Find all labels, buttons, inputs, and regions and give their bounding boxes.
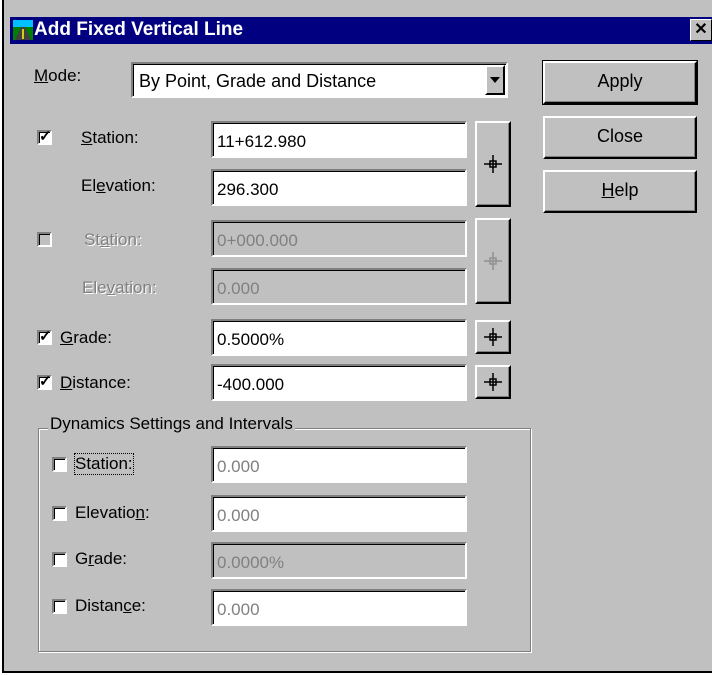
station1-label: Station: [81, 128, 139, 147]
elevation1-input[interactable]: 296.300 [211, 169, 467, 206]
mode-dropdown[interactable]: By Point, Grade and Distance [131, 62, 508, 98]
apply-button[interactable]: Apply [542, 60, 698, 105]
dyn-grade-checkbox[interactable] [52, 552, 67, 567]
mode-value: By Point, Grade and Distance [139, 71, 377, 91]
pick-point1-button[interactable] [475, 121, 511, 207]
station2-input[interactable]: 0+000.000 [211, 220, 467, 257]
road-icon [13, 20, 33, 40]
dyn-station-input[interactable]: 0.000 [211, 446, 467, 483]
target-crosshair-icon [484, 252, 502, 270]
target-crosshair-icon [484, 373, 502, 391]
title-bar[interactable]: Add Fixed Vertical Line ✕ [10, 17, 712, 44]
grade-input[interactable]: 0.5000% [211, 319, 467, 356]
window-title: Add Fixed Vertical Line [34, 19, 244, 40]
chevron-down-icon [490, 77, 500, 83]
dyn-distance-label: Distance: [75, 596, 146, 615]
distance-input[interactable]: -400.000 [211, 364, 467, 401]
distance-label: Distance: [60, 373, 131, 392]
dyn-grade-input[interactable]: 0.0000% [211, 542, 467, 579]
station2-label: Station: [84, 230, 142, 249]
close-icon[interactable]: ✕ [690, 19, 712, 41]
station1-checkbox[interactable]: ✓ [37, 128, 52, 145]
dyn-distance-checkbox[interactable] [52, 599, 67, 614]
grade-label: Grade: [60, 328, 112, 347]
dyn-station-checkbox[interactable] [52, 457, 67, 472]
target-crosshair-icon [484, 328, 502, 346]
pick-point2-button[interactable] [475, 218, 511, 304]
elevation2-input[interactable]: 0.000 [211, 268, 467, 305]
dyn-distance-input[interactable]: 0.000 [211, 589, 467, 626]
help-button[interactable]: Help [543, 170, 697, 213]
elevation2-label: Elevation: [82, 278, 157, 297]
dyn-elevation-checkbox[interactable] [52, 506, 67, 521]
grade-checkbox[interactable]: ✓ [37, 328, 52, 345]
dropdown-arrow-button[interactable] [485, 65, 505, 95]
mode-label: Mode: [34, 66, 82, 85]
dyn-station-label: Station: [74, 453, 134, 475]
dyn-elevation-label: Elevation: [75, 503, 150, 522]
target-crosshair-icon [484, 155, 502, 173]
dynamics-group-title: Dynamics Settings and Intervals [48, 414, 295, 434]
dyn-grade-label: Grade: [75, 549, 127, 568]
elevation1-label: Elevation: [81, 176, 156, 195]
add-fixed-vertical-line-dialog: Add Fixed Vertical Line ✕ Mode: By Point… [2, 0, 712, 673]
distance-checkbox[interactable]: ✓ [37, 373, 52, 390]
pick-distance-button[interactable] [475, 365, 511, 399]
pick-grade-button[interactable] [475, 320, 511, 354]
close-button[interactable]: Close [543, 116, 697, 159]
station2-checkbox[interactable] [37, 232, 52, 247]
station1-input[interactable]: 11+612.980 [211, 121, 467, 158]
dyn-elevation-input[interactable]: 0.000 [211, 495, 467, 532]
